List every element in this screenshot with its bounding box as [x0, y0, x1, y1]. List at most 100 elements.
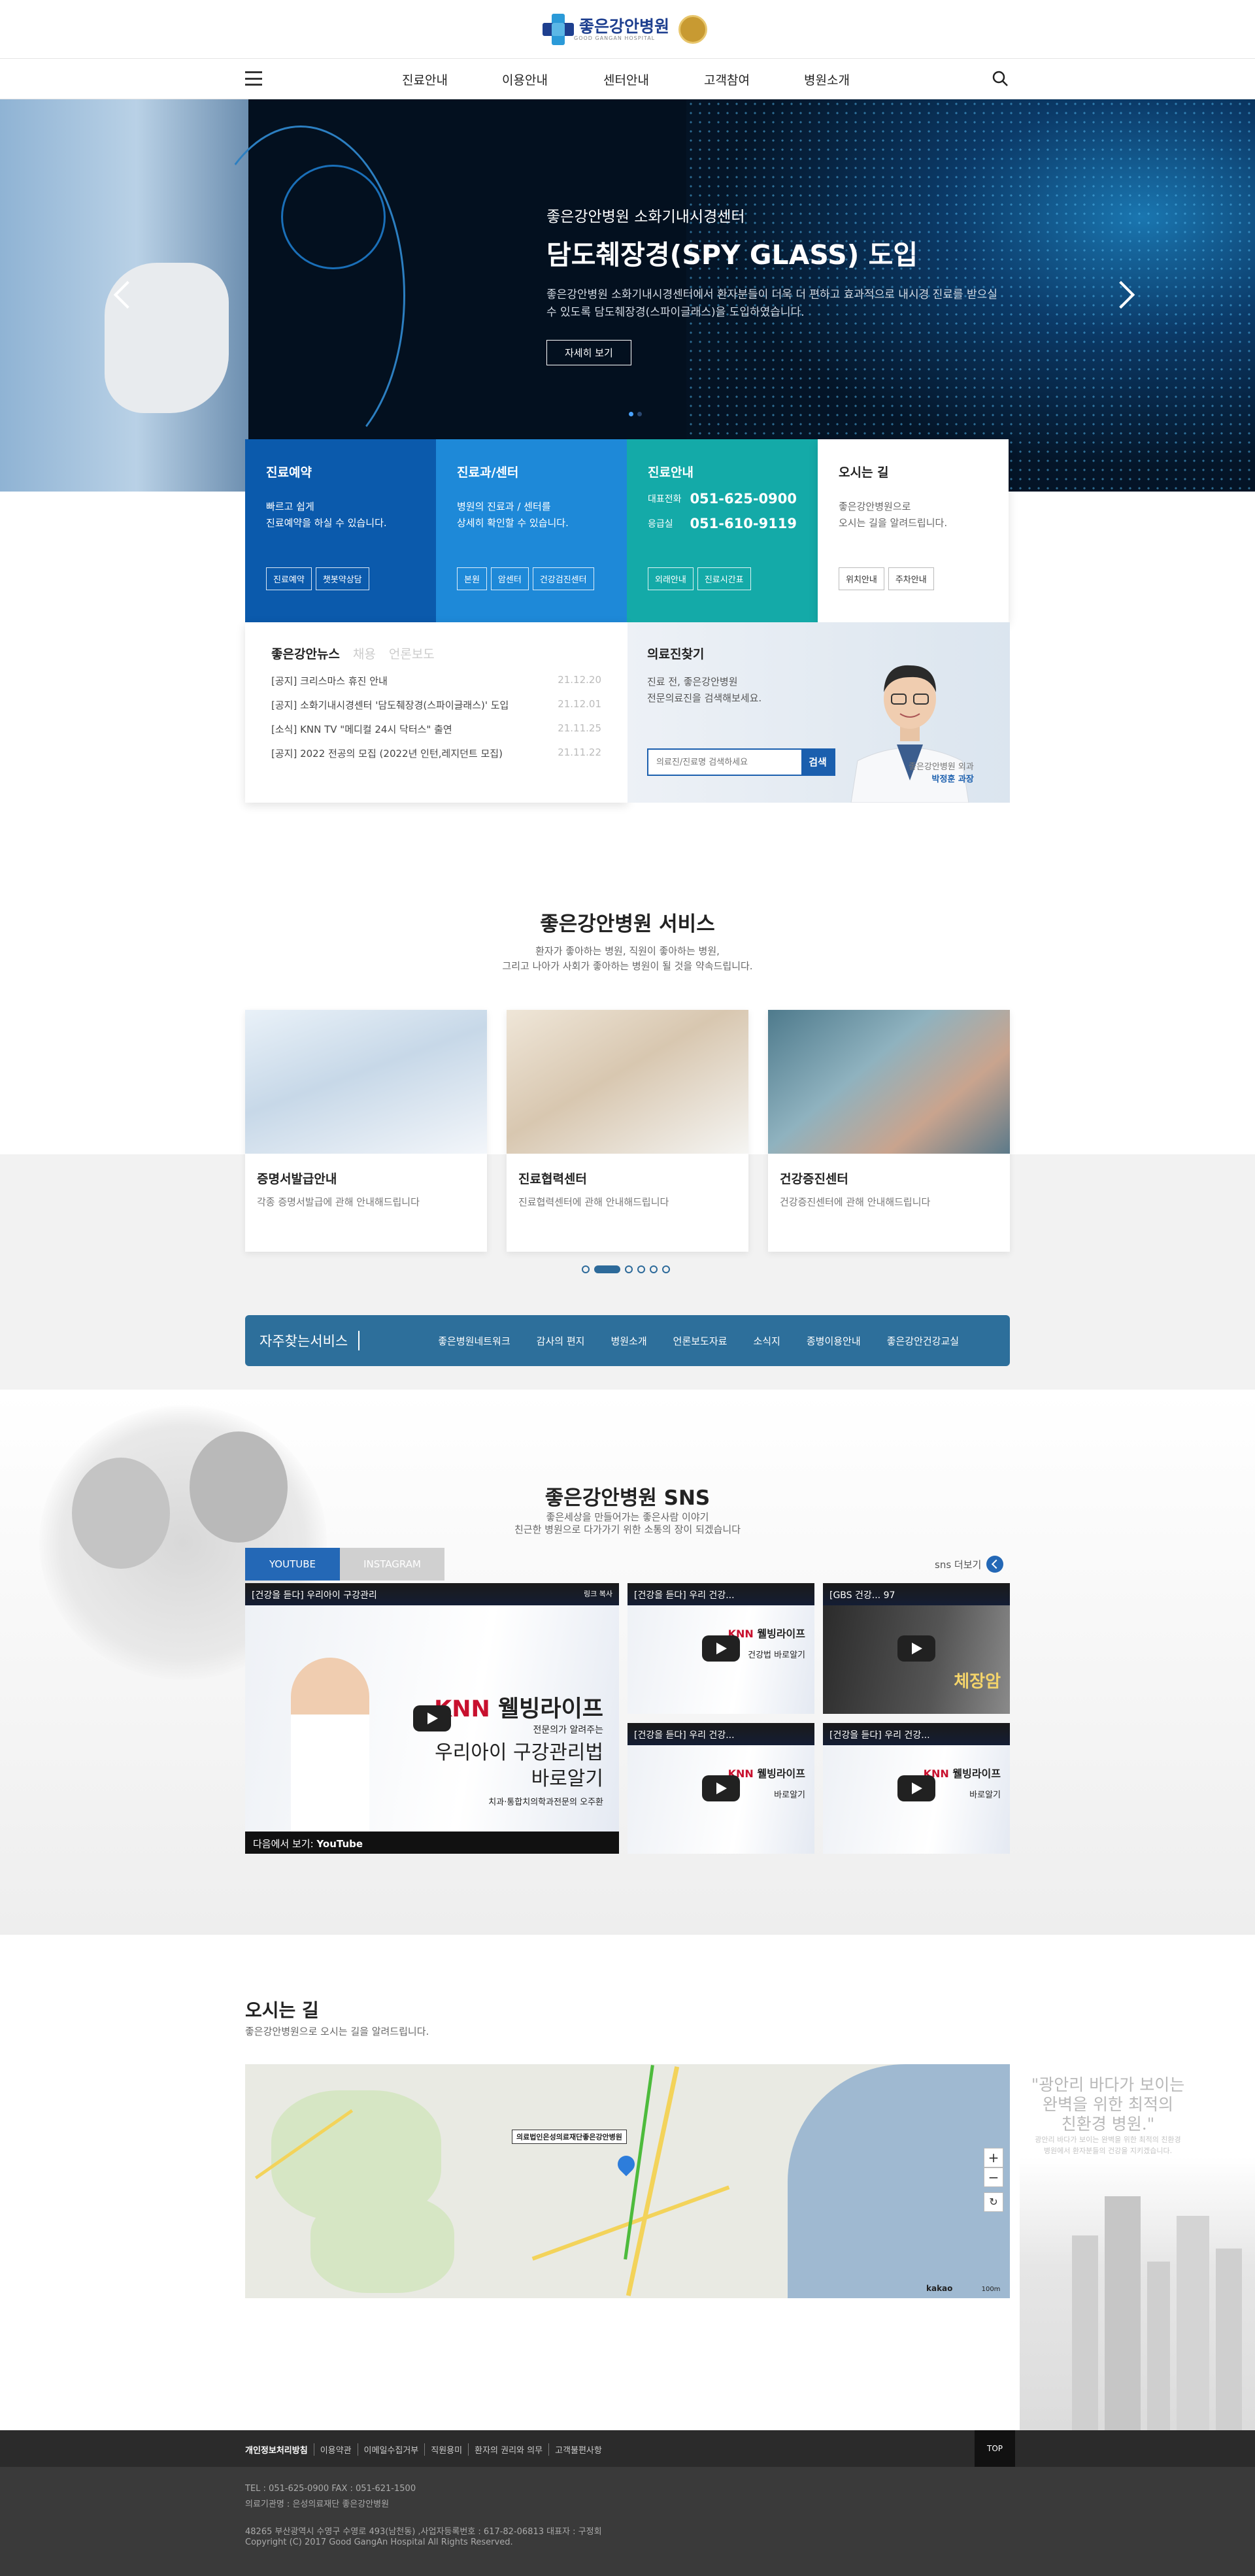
video-line: 바로알기 [969, 1790, 1001, 1800]
service-dot[interactable] [637, 1265, 645, 1273]
cancer-center-button[interactable]: 암센터 [490, 567, 529, 590]
doctor-search-box: 검색 [647, 748, 835, 776]
service-dot[interactable] [594, 1265, 620, 1273]
video-line: 바로알기 [531, 1767, 603, 1790]
youtube-video-main[interactable]: [건강을 듣다] 우리아이 구강관리 링크 복사 KNN 웰빙라이프 전문의가 알… [245, 1583, 619, 1854]
chatbot-button[interactable]: 챗봇약상담 [315, 567, 369, 590]
news-title[interactable]: [공지] 2022 전공의 모집 (2022년 인턴,레지던트 모집) [271, 746, 503, 760]
emergency-phone[interactable]: 051-610-9119 [690, 516, 797, 531]
logo[interactable]: 좋은강안병원 GOOD GANGAN HOSPITAL [543, 13, 712, 46]
checkup-center-button[interactable]: 건강검진센터 [532, 567, 594, 590]
footer-link-privacy[interactable]: 개인정보처리방침 [245, 2443, 314, 2456]
doctor-search-button[interactable]: 검색 [801, 750, 834, 775]
refresh-map-icon[interactable]: ↻ [984, 2192, 1003, 2212]
parking-button[interactable]: 주차안내 [888, 567, 934, 590]
slider-next-icon[interactable] [1111, 276, 1137, 315]
service-card-title: 증명서발급안내 [257, 1172, 337, 1186]
tab-youtube[interactable]: YOUTUBE [245, 1548, 340, 1581]
footer-link-rights[interactable]: 환자의 권리와 의무 [469, 2443, 550, 2456]
zoom-in-button[interactable]: + [984, 2148, 1003, 2167]
sns-more-link[interactable]: sns 더보기 [935, 1556, 1004, 1573]
footer-link-complaint[interactable]: 고객불편사항 [549, 2443, 608, 2456]
youtube-video-thumb[interactable]: [건강을 듣다] 우리 건강... KNN 웰빙라이프 바로알기 [628, 1723, 814, 1854]
reserve-button[interactable]: 진료예약 [266, 567, 312, 590]
main-hospital-button[interactable]: 본원 [457, 567, 487, 590]
hero-subtitle: 좋은강안병원 소화기내시경센터 [546, 209, 745, 226]
quick-link[interactable]: 언론보도자료 [673, 1334, 728, 1348]
video-line: 건강법 바로알기 [748, 1650, 805, 1660]
hamburger-menu-icon[interactable] [245, 71, 262, 86]
search-icon[interactable] [991, 69, 1009, 88]
service-dot[interactable] [625, 1265, 633, 1273]
hero-pagination [629, 407, 646, 419]
kakao-logo: kakao 100m [926, 2284, 1000, 2293]
quick-link[interactable]: 좋은병원네트워크 [438, 1334, 510, 1348]
footer-link-terms[interactable]: 이용약관 [314, 2443, 358, 2456]
news-item[interactable]: [공지] 2022 전공의 모집 (2022년 인턴,레지던트 모집) 21.11… [271, 746, 601, 760]
map-sea [788, 2064, 1010, 2298]
footer-link-email[interactable]: 이메일수집거부 [358, 2443, 426, 2456]
youtube-logo[interactable]: YouTube [316, 1838, 363, 1850]
news-title[interactable]: [공지] 크리스마스 휴진 안내 [271, 674, 388, 688]
copy-link-button[interactable]: 링크 복사 [584, 1588, 612, 1599]
news-title[interactable]: [소식] KNN TV "메디컬 24시 닥터스" 출연 [271, 722, 452, 736]
hero-more-button[interactable]: 자세히 보기 [546, 340, 631, 365]
service-card[interactable]: 진료협력센터 진료협력센터에 관해 안내해드립니다 [507, 1010, 748, 1252]
tab-instagram[interactable]: INSTAGRAM [340, 1548, 444, 1581]
footer-copyright: Copyright (C) 2017 Good GangAn Hospital … [245, 2537, 513, 2547]
nav-item-about[interactable]: 병원소개 [804, 71, 850, 88]
play-button-icon[interactable] [702, 1775, 740, 1801]
location-pin-icon[interactable] [614, 2152, 639, 2177]
service-dot[interactable] [662, 1265, 670, 1273]
kakao-map[interactable]: 의료법인은성의료재단좋은강안병원 + − ↻ kakao 100m [245, 2064, 1010, 2298]
video-brand: KNN 웰빙라이프 [923, 1767, 1001, 1780]
hero-dot[interactable] [629, 412, 633, 416]
news-title[interactable]: [공지] 소화기내시경센터 '담도췌장경(스파이글래스)' 도입 [271, 698, 509, 712]
service-card-image-consult [507, 1010, 748, 1154]
news-item[interactable]: [공지] 크리스마스 휴진 안내 21.12.20 [271, 674, 601, 688]
play-button-icon[interactable] [702, 1635, 740, 1662]
timetable-button[interactable]: 진료시간표 [697, 567, 751, 590]
play-button-icon[interactable] [897, 1775, 935, 1801]
hero-text: 좋은강안병원 소화기내시경센터 담도췌장경(SPY GLASS) 도입 좋은강안… [546, 204, 1004, 365]
youtube-video-thumb[interactable]: [건강을 듣다] 우리 건강... KNN 웰빙라이프 바로알기 [823, 1723, 1010, 1854]
news-item[interactable]: [공지] 소화기내시경센터 '담도췌장경(스파이글래스)' 도입 21.12.01 [271, 698, 601, 712]
footer-link-staff[interactable]: 직원용미 [425, 2443, 469, 2456]
play-button-icon[interactable] [413, 1705, 451, 1731]
tab-press[interactable]: 언론보도 [389, 644, 435, 662]
youtube-video-thumb[interactable]: [GBS 건강... 97 체장암 [823, 1583, 1010, 1714]
service-card[interactable]: 증명서발급안내 각종 증명서발급에 관해 안내해드립니다 [245, 1010, 487, 1252]
endoscope-lens-image [281, 165, 386, 269]
news-item[interactable]: [소식] KNN TV "메디컬 24시 닥터스" 출연 21.11.25 [271, 722, 601, 736]
quick-box-info: 진료안내 대표전화 051-625-0900 응급실 051-610-9119 외래… [627, 439, 818, 622]
service-card-desc: 건강증진센터에 관해 안내해드립니다 [780, 1196, 931, 1208]
main-phone[interactable]: 051-625-0900 [690, 491, 797, 507]
nav-item-customer[interactable]: 고객참여 [704, 71, 750, 88]
outpatient-button[interactable]: 외래안내 [648, 567, 694, 590]
quick-link[interactable]: 감사의 편지 [537, 1334, 585, 1348]
nav-item-treatment[interactable]: 진료안내 [402, 71, 448, 88]
phone-label: 응급실 [648, 519, 673, 529]
tab-recruit[interactable]: 채용 [353, 644, 376, 662]
zoom-out-button[interactable]: − [984, 2167, 1003, 2187]
youtube-video-thumb[interactable]: [건강을 듣다] 우리 건강... KNN 웰빙라이프 건강법 바로알기 [628, 1583, 814, 1714]
nav-item-center[interactable]: 센터안내 [603, 71, 649, 88]
sns-desc: 좋은세상을 만들어가는 좋은사람 이야기 친근한 병원으로 다가가기 위한 소통의… [0, 1511, 1255, 1536]
hero-dot[interactable] [637, 412, 642, 416]
doctor-search-input[interactable] [648, 750, 801, 775]
location-button[interactable]: 위치안내 [839, 567, 884, 590]
quick-link[interactable]: 종병이용안내 [807, 1334, 861, 1348]
quick-link[interactable]: 좋은강안건강교실 [887, 1334, 959, 1348]
video-title: [건강을 듣다] 우리아이 구강관리 링크 복사 [245, 1583, 619, 1605]
scroll-top-button[interactable]: TOP [975, 2430, 1015, 2467]
service-card[interactable]: 건강증진센터 건강증진센터에 관해 안내해드립니다 [768, 1010, 1010, 1252]
play-button-icon[interactable] [897, 1635, 935, 1662]
nav-item-usage[interactable]: 이용안내 [502, 71, 548, 88]
quick-link[interactable]: 병원소개 [611, 1334, 646, 1348]
quick-link[interactable]: 소식지 [753, 1334, 780, 1348]
slider-prev-icon[interactable] [112, 276, 139, 315]
service-dot[interactable] [582, 1265, 590, 1273]
service-dot[interactable] [650, 1265, 658, 1273]
tab-news[interactable]: 좋은강안뉴스 [271, 644, 340, 662]
location-title: 오시는 길 [245, 1999, 319, 2021]
